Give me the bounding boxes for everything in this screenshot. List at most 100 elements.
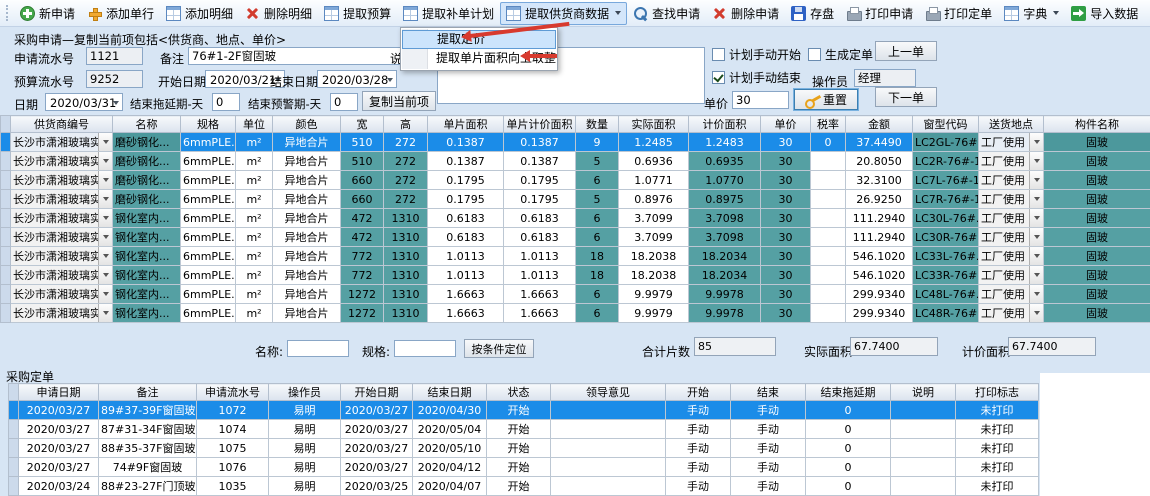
- cell[interactable]: 2020/04/30: [413, 401, 487, 420]
- cell[interactable]: 固玻: [1044, 190, 1150, 209]
- cell[interactable]: 89#37-39F窗固玻: [99, 401, 197, 420]
- cell[interactable]: m²: [236, 304, 273, 323]
- cell[interactable]: 546.1020: [846, 266, 913, 285]
- cell[interactable]: 异地合片: [273, 171, 341, 190]
- cell[interactable]: 18.2034: [689, 266, 761, 285]
- cell[interactable]: 6mmPLE...: [181, 266, 236, 285]
- cell[interactable]: LC48L-76#...: [913, 285, 979, 304]
- cell[interactable]: m²: [236, 247, 273, 266]
- cell[interactable]: 1035: [197, 477, 269, 496]
- cell[interactable]: 0.6183: [428, 209, 504, 228]
- cell-dropdown[interactable]: 工厂使用: [979, 152, 1044, 171]
- cell[interactable]: 1.6663: [428, 285, 504, 304]
- cell[interactable]: 1.6663: [504, 304, 576, 323]
- cell-dropdown[interactable]: 工厂使用: [979, 247, 1044, 266]
- cell[interactable]: 2020/03/27: [341, 458, 413, 477]
- cell[interactable]: 0: [806, 477, 891, 496]
- cell[interactable]: LC30R-76#...: [913, 228, 979, 247]
- cell[interactable]: [891, 477, 956, 496]
- cell[interactable]: 30: [761, 266, 811, 285]
- cell[interactable]: 钢化室内...: [113, 247, 181, 266]
- checked-checkbox-icon[interactable]: [712, 71, 725, 84]
- cell[interactable]: LC33L-76#...: [913, 247, 979, 266]
- cell[interactable]: 9.9978: [689, 285, 761, 304]
- cell[interactable]: 开始: [487, 477, 551, 496]
- row-selector[interactable]: [9, 401, 19, 420]
- cell[interactable]: 2020/03/24: [19, 477, 99, 496]
- cell[interactable]: 30: [761, 209, 811, 228]
- cell[interactable]: [551, 439, 666, 458]
- cell[interactable]: 299.9340: [846, 285, 913, 304]
- cell[interactable]: LC7L-76#-1F0: [913, 171, 979, 190]
- end-warning-input[interactable]: [330, 93, 358, 111]
- cell[interactable]: m²: [236, 228, 273, 247]
- spec-filter-input[interactable]: [394, 340, 456, 357]
- toolbar-button-search-request[interactable]: 查找申请: [627, 2, 706, 25]
- cell[interactable]: 32.3100: [846, 171, 913, 190]
- previous-order-button[interactable]: 上一单: [875, 41, 937, 61]
- cell[interactable]: 异地合片: [273, 266, 341, 285]
- toolbar-button-print-order[interactable]: 打印定单: [919, 2, 998, 25]
- cell[interactable]: 钢化室内...: [113, 228, 181, 247]
- cell[interactable]: [551, 477, 666, 496]
- cell[interactable]: 钢化室内...: [113, 304, 181, 323]
- cell[interactable]: 6mmPLE...: [181, 152, 236, 171]
- cell[interactable]: 手动: [731, 458, 806, 477]
- cell[interactable]: 2020/03/27: [19, 401, 99, 420]
- cell-dropdown[interactable]: 长沙市潇湘玻璃实...: [11, 228, 113, 247]
- cell[interactable]: 固玻: [1044, 133, 1150, 152]
- cell[interactable]: 0.1795: [428, 190, 504, 209]
- cell[interactable]: 0.1387: [504, 133, 576, 152]
- cell[interactable]: 2020/03/27: [19, 439, 99, 458]
- cell[interactable]: 6mmPLE...: [181, 190, 236, 209]
- cell[interactable]: 0.6183: [504, 228, 576, 247]
- unit-price-input[interactable]: [732, 91, 789, 109]
- cell[interactable]: 磨砂钢化...: [113, 171, 181, 190]
- cell[interactable]: 0: [806, 439, 891, 458]
- toolbar-grip[interactable]: [6, 5, 9, 21]
- cell[interactable]: 74#9F窗固玻: [99, 458, 197, 477]
- cell[interactable]: 0: [806, 420, 891, 439]
- cell[interactable]: 18: [576, 247, 619, 266]
- table-row[interactable]: 长沙市潇湘玻璃实...钢化室内...6mmPLE...m²异地合片4721310…: [1, 228, 1150, 247]
- cell[interactable]: 472: [341, 228, 384, 247]
- cell[interactable]: [811, 304, 846, 323]
- cell[interactable]: m²: [236, 266, 273, 285]
- row-selector[interactable]: [1, 266, 11, 285]
- cell[interactable]: 固玻: [1044, 285, 1150, 304]
- date-picker[interactable]: 2020/03/31: [45, 93, 123, 111]
- cell[interactable]: 9.9979: [619, 285, 689, 304]
- cell[interactable]: 磨砂钢化...: [113, 152, 181, 171]
- toolbar-button-print-request[interactable]: 打印申请: [840, 2, 919, 25]
- cell[interactable]: 111.2940: [846, 209, 913, 228]
- checkbox-plan-manual-end[interactable]: 计划手动结束: [712, 69, 801, 86]
- cell[interactable]: 易明: [269, 477, 341, 496]
- table-row[interactable]: 2020/03/2774#9F窗固玻1076易明2020/03/272020/0…: [9, 458, 1039, 477]
- cell-dropdown[interactable]: 长沙市潇湘玻璃实...: [11, 285, 113, 304]
- cell[interactable]: 异地合片: [273, 152, 341, 171]
- table-row[interactable]: 长沙市潇湘玻璃实...磨砂钢化...6mmPLE...m²异地合片5102720…: [1, 152, 1150, 171]
- cell[interactable]: 异地合片: [273, 133, 341, 152]
- cell[interactable]: m²: [236, 152, 273, 171]
- row-selector[interactable]: [9, 439, 19, 458]
- copy-current-item-button[interactable]: 复制当前项: [362, 91, 436, 111]
- cell[interactable]: 1310: [384, 228, 428, 247]
- cell[interactable]: 手动: [666, 439, 731, 458]
- cell[interactable]: [551, 420, 666, 439]
- toolbar-button-new-request[interactable]: 新申请: [14, 2, 81, 25]
- cell[interactable]: 5: [576, 190, 619, 209]
- cell[interactable]: 18.2038: [619, 247, 689, 266]
- cell[interactable]: 1.2483: [689, 133, 761, 152]
- cell[interactable]: 1.0113: [428, 247, 504, 266]
- cell[interactable]: 87#31-34F窗固玻: [99, 420, 197, 439]
- cell[interactable]: 2020/03/27: [19, 458, 99, 477]
- cell[interactable]: 开始: [487, 420, 551, 439]
- cell-dropdown[interactable]: 长沙市潇湘玻璃实...: [11, 171, 113, 190]
- table-row[interactable]: 长沙市潇湘玻璃实...钢化室内...6mmPLE...m²异地合片1272131…: [1, 304, 1150, 323]
- cell[interactable]: 易明: [269, 458, 341, 477]
- cell[interactable]: 0: [806, 401, 891, 420]
- cell[interactable]: [811, 247, 846, 266]
- cell[interactable]: m²: [236, 209, 273, 228]
- cell[interactable]: 手动: [666, 420, 731, 439]
- cell[interactable]: [891, 420, 956, 439]
